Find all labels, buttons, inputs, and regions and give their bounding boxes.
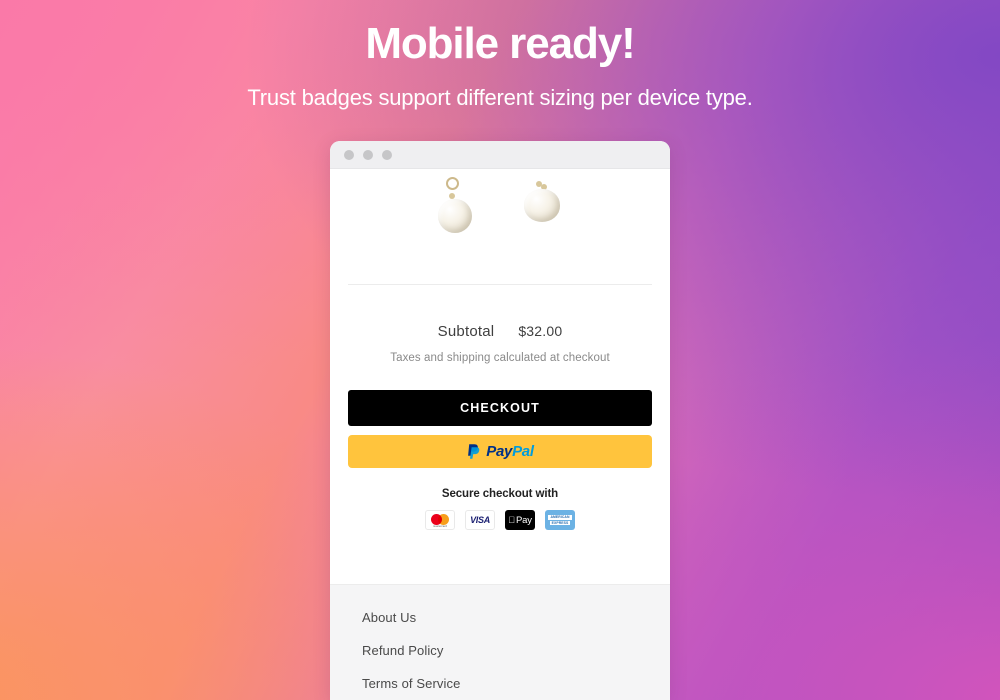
checkout-button[interactable]: CHECKOUT <box>348 390 652 426</box>
tax-note: Taxes and shipping calculated at checkou… <box>390 352 610 364</box>
product-image <box>330 169 670 284</box>
paypal-pay-text: Pay <box>486 443 513 460</box>
store-page: Subtotal $32.00 Taxes and shipping calcu… <box>330 169 670 700</box>
secure-checkout-label: Secure checkout with <box>441 488 559 500</box>
store-footer: About Us Refund Policy Terms of Service <box>330 584 670 700</box>
apple-pay-label: Pay <box>512 514 532 526</box>
page-subtitle: Trust badges support different sizing pe… <box>247 85 753 110</box>
mastercard-icon: mastercard <box>425 510 455 530</box>
paypal-button[interactable]: Pay Pal <box>348 435 652 468</box>
footer-link-terms-of-service[interactable]: Terms of Service <box>330 667 670 700</box>
minimize-dot-icon[interactable] <box>363 149 373 160</box>
subtotal-label: Subtotal <box>437 323 495 340</box>
maximize-dot-icon[interactable] <box>382 149 392 160</box>
secure-checkout-section: Secure checkout with mastercard VISA  P… <box>330 488 670 530</box>
paypal-logo-icon <box>466 443 481 460</box>
browser-window-mockup: Subtotal $32.00 Taxes and shipping calcu… <box>330 141 670 700</box>
mastercard-label: mastercard <box>433 525 447 528</box>
apple-pay-icon:  Pay <box>505 510 535 530</box>
cart-totals: Subtotal $32.00 Taxes and shipping calcu… <box>330 285 670 364</box>
amex-line-2: EXPRESS <box>549 520 571 525</box>
page-title: Mobile ready! <box>365 19 635 68</box>
apple-logo-icon:  <box>508 515 515 525</box>
amex-line-1: AMERICAN <box>548 515 572 520</box>
footer-link-refund-policy[interactable]: Refund Policy <box>330 634 670 667</box>
browser-titlebar <box>330 141 670 169</box>
paypal-pal-text: Pal <box>512 443 534 460</box>
page-background: Mobile ready! Trust badges support diffe… <box>0 0 1000 700</box>
subtotal-row: Subtotal $32.00 <box>330 323 670 340</box>
payment-badges: mastercard VISA  Pay AMERICAN EXPRESS <box>330 510 670 530</box>
subtotal-value: $32.00 <box>518 323 563 339</box>
footer-link-about-us[interactable]: About Us <box>330 601 670 634</box>
close-dot-icon[interactable] <box>344 149 354 160</box>
visa-label: VISA <box>470 515 490 525</box>
checkout-actions: CHECKOUT Pay Pal <box>330 364 670 468</box>
visa-icon: VISA <box>465 510 495 530</box>
american-express-icon: AMERICAN EXPRESS <box>545 510 575 530</box>
